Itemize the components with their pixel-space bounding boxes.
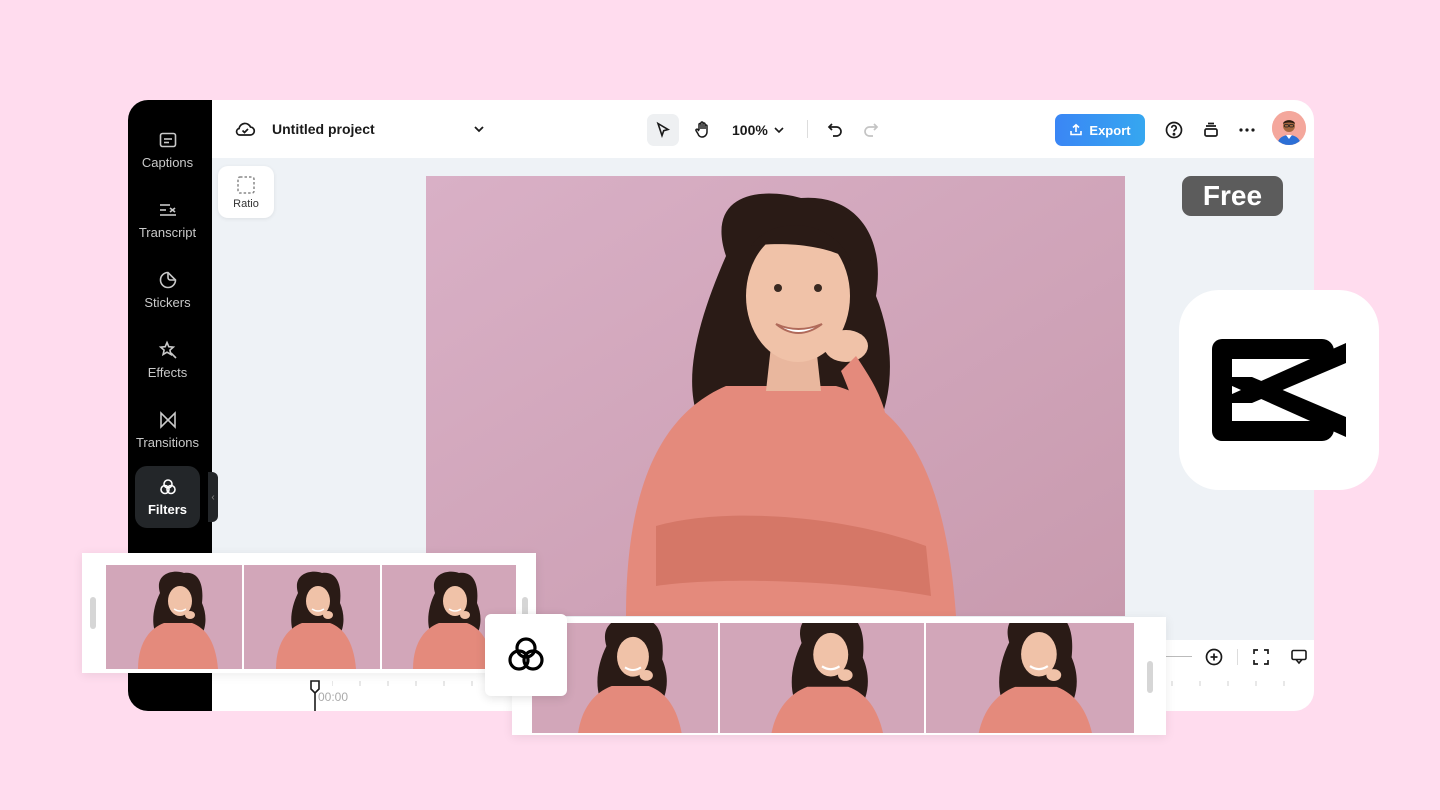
clip-trim-handle-right[interactable] xyxy=(1147,661,1153,693)
export-button[interactable]: Export xyxy=(1055,114,1145,146)
layers-icon[interactable] xyxy=(1201,120,1221,140)
filters-icon xyxy=(508,637,544,671)
chevron-left-icon: ‹ xyxy=(211,491,215,503)
aspect-ratio-icon xyxy=(237,175,255,194)
redo-icon[interactable] xyxy=(862,120,880,138)
cursor-icon xyxy=(656,121,671,138)
ratio-label: Ratio xyxy=(233,197,259,210)
capcut-logo-icon xyxy=(1212,339,1346,441)
sidebar-item-transitions[interactable]: Transitions xyxy=(135,398,200,462)
sidebar-collapse-handle[interactable]: ‹ xyxy=(208,472,218,522)
video-clip-filmstrip[interactable] xyxy=(82,553,536,673)
portrait-image xyxy=(426,176,1125,616)
more-icon[interactable] xyxy=(1237,120,1257,140)
ratio-button[interactable]: Ratio xyxy=(218,166,274,218)
sidebar-item-stickers[interactable]: Stickers xyxy=(135,258,200,322)
filters-icon xyxy=(159,479,176,495)
sidebar-item-label: Stickers xyxy=(144,295,191,310)
filtered-clip-filmstrip[interactable] xyxy=(512,617,1166,735)
timecode: 00:00 xyxy=(318,690,349,704)
sidebar-item-label: Effects xyxy=(147,365,188,380)
export-label: Export xyxy=(1089,122,1131,138)
clip-frames xyxy=(106,565,516,669)
captions-icon xyxy=(159,132,176,148)
hand-icon xyxy=(695,121,708,138)
stickers-icon xyxy=(159,271,176,289)
sidebar-item-label: Transitions xyxy=(135,435,200,450)
transitions-icon xyxy=(159,411,176,429)
zoom-level-select[interactable]: 100% xyxy=(732,122,768,138)
upload-icon xyxy=(1070,123,1083,136)
clip-frame-thumbnail xyxy=(244,565,382,669)
zoom-in-icon[interactable] xyxy=(1204,647,1224,667)
user-avatar-icon xyxy=(1272,111,1306,145)
timeline-zoom-slider[interactable] xyxy=(1162,656,1192,657)
sidebar-item-transcript[interactable]: Transcript xyxy=(135,188,200,252)
clip-frame-thumbnail xyxy=(106,565,244,669)
capcut-logo-card xyxy=(1179,290,1379,490)
clip-trim-handle-left[interactable] xyxy=(90,597,96,629)
free-badge: Free xyxy=(1182,176,1283,216)
sidebar-item-label: Filters xyxy=(147,502,187,517)
clip-frame-thumbnail xyxy=(720,623,926,733)
sidebar-item-label: Captions xyxy=(141,155,194,170)
toolbar-divider xyxy=(807,120,808,138)
filter-badge[interactable] xyxy=(485,614,567,696)
clip-frames xyxy=(532,623,1134,733)
sidebar-item-label: Transcript xyxy=(138,225,197,240)
help-icon[interactable] xyxy=(1164,120,1184,140)
feedback-icon[interactable] xyxy=(1290,648,1308,666)
undo-icon[interactable] xyxy=(826,120,844,138)
effects-icon xyxy=(158,340,177,359)
sidebar-item-effects[interactable]: Effects xyxy=(135,328,200,392)
sidebar-item-captions[interactable]: Captions xyxy=(135,118,200,182)
canvas-preview-image[interactable] xyxy=(426,176,1125,616)
chevron-down-icon[interactable] xyxy=(772,123,786,137)
clip-frame-thumbnail xyxy=(926,623,1134,733)
toolbar-divider xyxy=(1237,649,1238,665)
top-toolbar: Untitled project 100% Export xyxy=(212,100,1314,158)
transcript-icon xyxy=(159,204,176,216)
hand-tool-button[interactable] xyxy=(686,114,718,146)
avatar[interactable] xyxy=(1272,111,1306,145)
fullscreen-icon[interactable] xyxy=(1252,648,1270,666)
project-title[interactable]: Untitled project xyxy=(272,121,375,137)
select-tool-button[interactable] xyxy=(647,114,679,146)
chevron-down-icon[interactable] xyxy=(472,122,486,136)
sidebar-item-filters[interactable]: Filters xyxy=(135,466,200,528)
cloud-icon[interactable] xyxy=(234,119,256,139)
